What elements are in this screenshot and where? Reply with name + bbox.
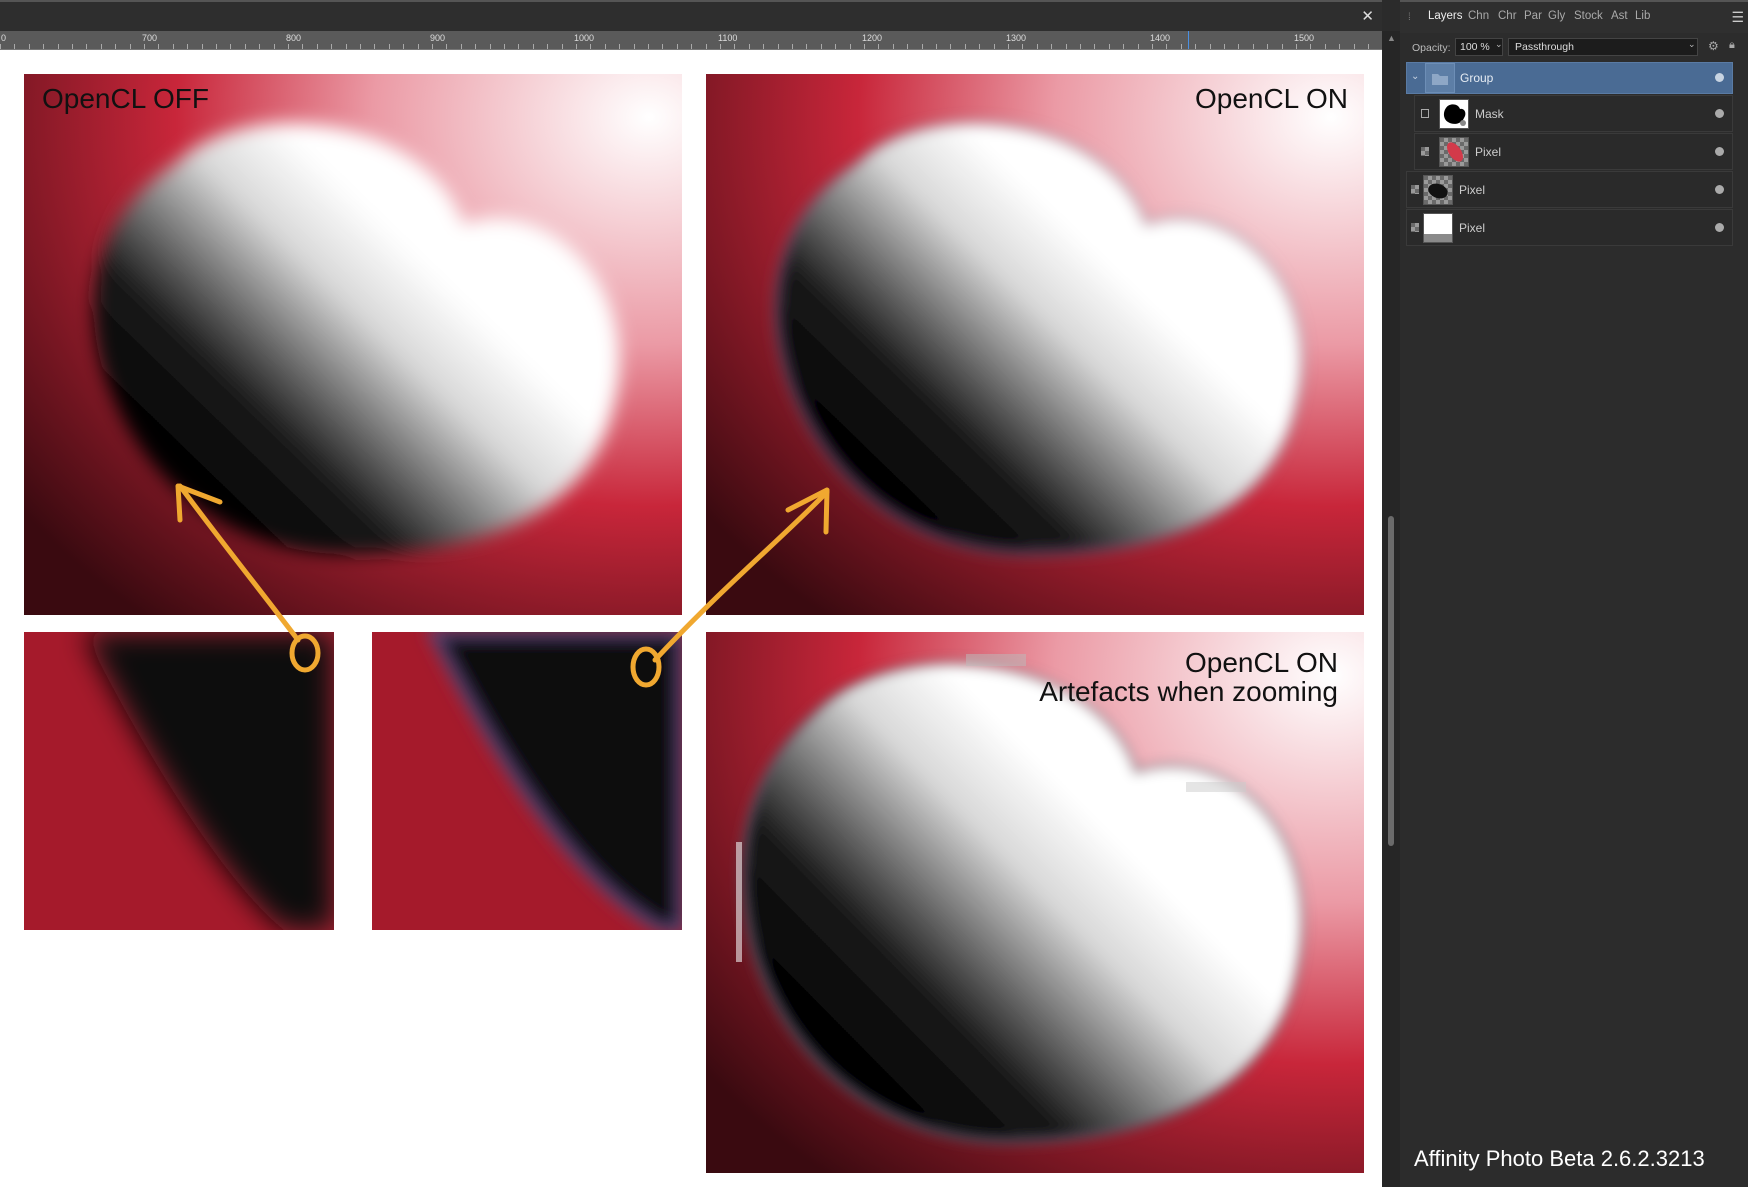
chevron-down-icon[interactable]: ⌄ <box>1411 71 1419 82</box>
layer-row-group[interactable]: ⌄ Group <box>1406 62 1733 94</box>
ruler-tick-label: 1300 <box>1006 33 1026 43</box>
layer-name: Pixel <box>1459 220 1486 235</box>
pixel-thumbnail <box>1423 212 1453 243</box>
label-opencl-on-artefacts-1: OpenCL ON <box>1184 647 1338 678</box>
scroll-up-icon[interactable]: ▲ <box>1387 33 1396 43</box>
layer-row-pixel-red[interactable]: Pixel <box>1414 133 1733 170</box>
tab-paragraph[interactable]: Par <box>1524 10 1542 22</box>
image-opencl-on-artefacts: OpenCL ON Artefacts when zooming <box>706 632 1364 1173</box>
scrollbar-thumb[interactable] <box>1388 516 1394 846</box>
mask-handle-icon <box>1421 108 1429 118</box>
panel-menu-icon[interactable]: ☰ <box>1731 9 1744 26</box>
app-version-text: Affinity Photo Beta 2.6.2.3213 <box>1414 1146 1705 1171</box>
panel-tab-bar: ⁞ Layers Chn Chr Par Gly Stock Ast Lib ☰ <box>1400 0 1748 33</box>
lock-icon[interactable]: 🔒︎ <box>1729 39 1735 52</box>
visibility-dot-icon[interactable] <box>1715 108 1724 118</box>
label-opencl-off: OpenCL OFF <box>42 83 210 114</box>
ruler-tick-label: 1500 <box>1294 33 1314 43</box>
layer-name: Group <box>1460 71 1494 85</box>
horizontal-ruler[interactable]: 0 700 800 900 1000 1100 1200 1300 1400 1500 <box>0 31 1382 50</box>
crop-opencl-off <box>24 632 334 930</box>
pixel-layer-icon <box>1421 146 1429 156</box>
pixel-layer-icon <box>1411 184 1419 194</box>
ruler-tick-label: 1000 <box>574 33 594 43</box>
ruler-tick-label: 700 <box>142 33 157 43</box>
visibility-dot-icon[interactable] <box>1715 184 1724 194</box>
ruler-tick-label: 1200 <box>862 33 882 43</box>
layer-name: Pixel <box>1475 144 1502 159</box>
ruler-ticks: 0 700 800 900 1000 1100 1200 1300 1400 1500 <box>0 31 1369 49</box>
visibility-dot-icon[interactable] <box>1715 73 1724 82</box>
label-opencl-on: OpenCL ON <box>1194 83 1348 114</box>
layer-name: Pixel <box>1459 182 1486 197</box>
tab-stock[interactable]: Stock <box>1574 10 1603 22</box>
crop-opencl-on <box>372 632 682 930</box>
opacity-label: Opacity: <box>1412 42 1451 54</box>
grip-icon[interactable]: ⁞ <box>1408 12 1411 23</box>
ruler-tick-label: 0 <box>1 33 6 43</box>
image-opencl-off: OpenCL OFF <box>24 74 682 615</box>
gear-icon[interactable]: ⚙ <box>1708 39 1719 53</box>
visibility-dot-icon[interactable] <box>1715 222 1724 232</box>
folder-icon <box>1425 63 1455 93</box>
ruler-tick-label: 1400 <box>1150 33 1170 43</box>
tab-layers[interactable]: Layers <box>1428 10 1463 22</box>
ruler-tick-label: 1100 <box>718 33 737 43</box>
tab-glyphs[interactable]: Gly <box>1548 10 1565 22</box>
layers-panel: ⁞ Layers Chn Chr Par Gly Stock Ast Lib ☰… <box>1400 0 1748 1187</box>
layer-row-pixel-black[interactable]: Pixel <box>1406 171 1733 208</box>
layer-options-row: Opacity: 100 % ⌄ Passthrough ⌄ ⚙ 🔒︎ <box>1400 33 1748 61</box>
chevron-down-icon[interactable]: ⌄ <box>1495 39 1503 50</box>
close-icon[interactable]: ✕ <box>1361 7 1374 25</box>
pixel-thumbnail <box>1423 174 1453 205</box>
vertical-scrollbar[interactable]: ▲ <box>1382 31 1400 1187</box>
chevron-down-icon[interactable]: ⌄ <box>1688 39 1696 50</box>
pixel-layer-icon <box>1411 222 1419 232</box>
blend-mode-select[interactable]: Passthrough <box>1508 38 1698 56</box>
tab-character[interactable]: Chr <box>1498 10 1517 22</box>
pixel-thumbnail <box>1439 136 1469 167</box>
layer-name: Mask <box>1475 106 1504 121</box>
ruler-tick-label: 900 <box>430 33 445 43</box>
ruler-tick-label: 800 <box>286 33 301 43</box>
document-canvas[interactable]: ✕ 0 700 800 900 1000 1100 1200 1300 1400 1500 <box>0 0 1382 1187</box>
visibility-dot-icon[interactable] <box>1715 146 1724 156</box>
mask-thumbnail <box>1439 98 1469 129</box>
tab-assets[interactable]: Ast <box>1611 10 1628 22</box>
tab-channels[interactable]: Chn <box>1468 10 1489 22</box>
label-opencl-on-artefacts-2: Artefacts when zooming <box>1039 676 1338 707</box>
layer-row-mask[interactable]: Mask <box>1414 95 1733 132</box>
image-opencl-on: OpenCL ON <box>706 74 1364 615</box>
layer-row-pixel-white[interactable]: Pixel <box>1406 209 1733 246</box>
document-tab-bar: ✕ <box>0 0 1382 31</box>
tab-library[interactable]: Lib <box>1635 10 1650 22</box>
